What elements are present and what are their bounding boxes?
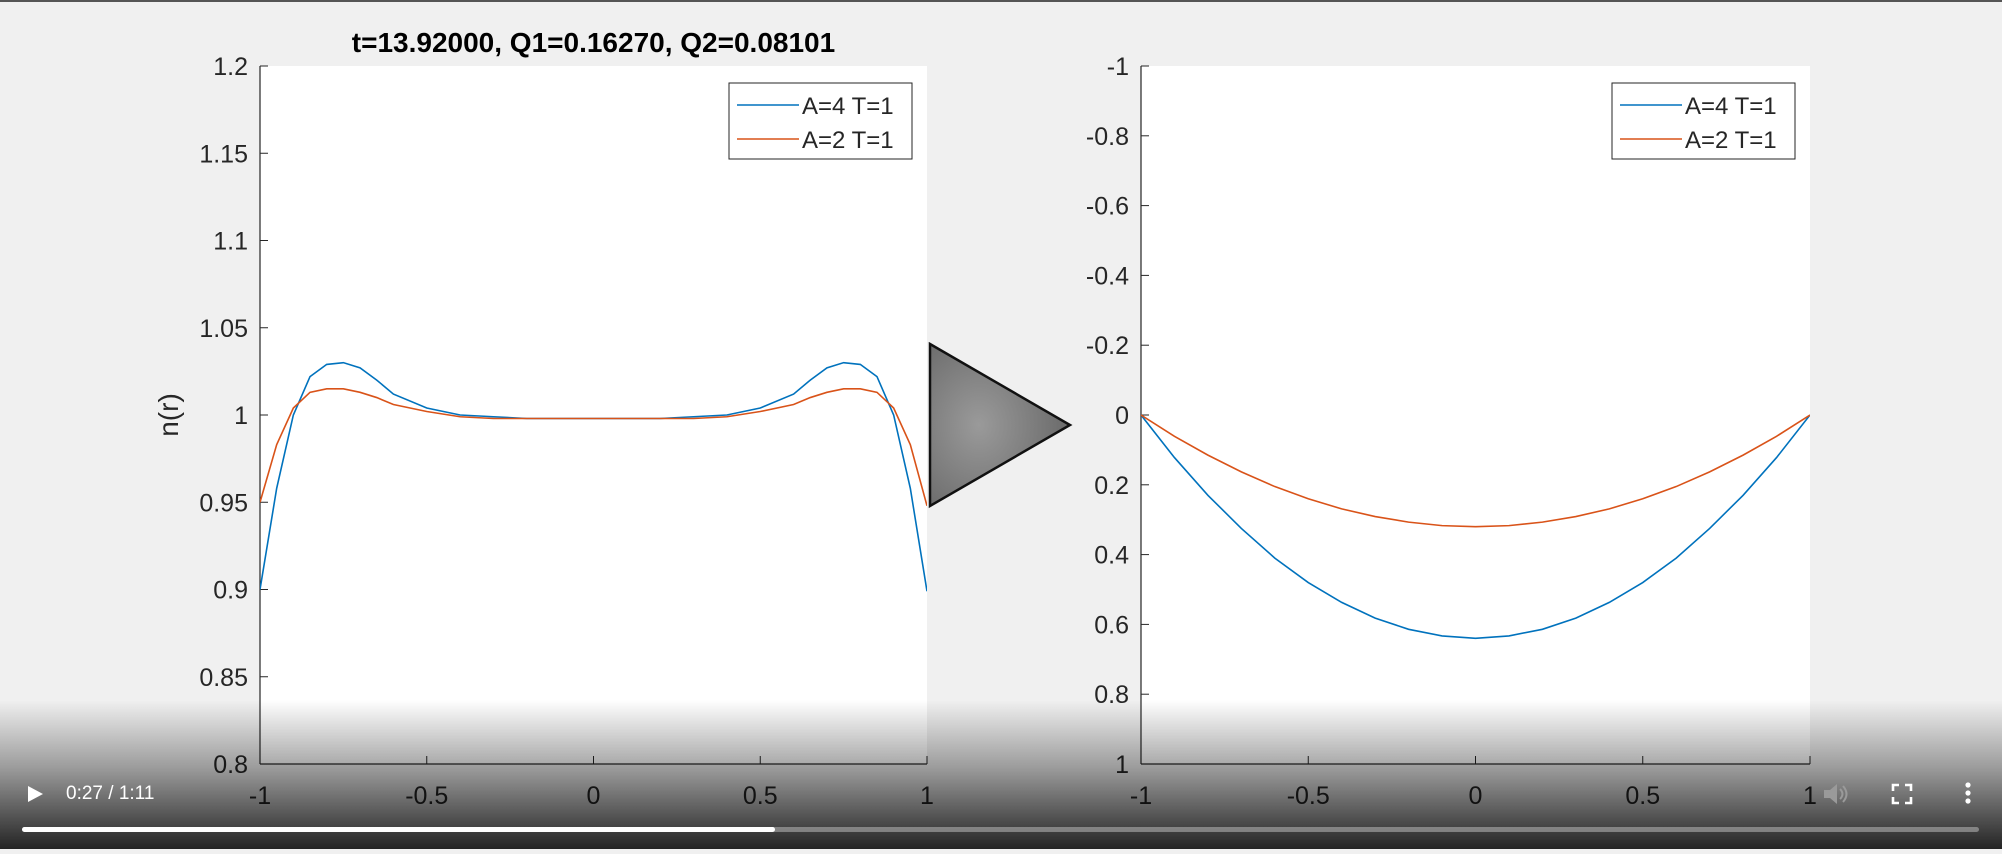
x-tick-label: -1 [1130, 782, 1152, 810]
y-tick-label: 0.8 [213, 751, 248, 779]
y-tick-label: 1 [1115, 751, 1129, 779]
x-tick-label: 0.5 [1625, 782, 1660, 810]
volume-muted-icon [1824, 784, 1848, 804]
y-tick-label: 0 [1115, 402, 1129, 430]
big-play-overlay-icon[interactable] [928, 341, 1074, 515]
video-player[interactable]: -1 -0.5 0 0.5 1 0.8 0.85 0.9 0.95 1 1.05 1.1 1.15 1.2… [0, 0, 2002, 849]
y-tick-label: -1 [1107, 53, 1129, 81]
y-axis-label: n(r) [153, 393, 184, 437]
legend-label: A=2 T=1 [1685, 127, 1777, 154]
chart-title: t=13.92000, Q1=0.16270, Q2=0.08101 [352, 27, 835, 58]
fullscreen-button[interactable] [1891, 783, 1913, 810]
legend-label: A=4 T=1 [1685, 93, 1777, 120]
volume-button[interactable] [1822, 782, 1850, 811]
y-tick-label: -0.8 [1086, 123, 1129, 151]
y-tick-label: 1.05 [199, 315, 248, 343]
frame-top-edge [0, 0, 2002, 2]
seek-bar-progress [22, 827, 776, 832]
y-tick-label: 0.6 [1094, 611, 1129, 639]
plot-area-1 [260, 66, 927, 764]
play-icon [28, 786, 43, 802]
y-tick-label: -0.4 [1086, 262, 1129, 290]
y-tick-label: 0.4 [1094, 542, 1129, 570]
seek-bar[interactable] [22, 827, 1979, 832]
y-tick-label: 0.95 [199, 489, 248, 517]
more-vert-icon [1965, 782, 1971, 804]
legend-label: A=4 T=1 [802, 93, 894, 120]
y-tick-label: 0.85 [199, 664, 248, 692]
y-tick-label: 1.15 [199, 140, 248, 168]
y-tick-label: 1.2 [213, 53, 248, 81]
x-tick-label: 0 [587, 782, 601, 810]
x-tick-label: -0.5 [405, 782, 448, 810]
fullscreen-icon [1891, 783, 1913, 805]
y-tick-label: 1.1 [213, 228, 248, 256]
y-tick-label: -0.6 [1086, 193, 1129, 221]
y-tick-label: 0.8 [1094, 681, 1129, 709]
y-tick-label: -0.2 [1086, 332, 1129, 360]
y-tick-label: 0.9 [213, 577, 248, 605]
x-tick-label: -0.5 [1287, 782, 1330, 810]
x-tick-label: 1 [920, 782, 934, 810]
x-tick-label: 1 [1803, 782, 1817, 810]
x-tick-label: 0.5 [743, 782, 778, 810]
y-tick-label: 1 [234, 402, 248, 430]
legend-label: A=2 T=1 [802, 127, 894, 154]
more-options-button[interactable] [1958, 780, 1978, 811]
play-button[interactable] [24, 783, 46, 810]
y-tick-label: 0.2 [1094, 472, 1129, 500]
plot-area-2 [1141, 66, 1810, 764]
x-tick-label: 0 [1469, 782, 1483, 810]
x-tick-label: -1 [249, 782, 271, 810]
